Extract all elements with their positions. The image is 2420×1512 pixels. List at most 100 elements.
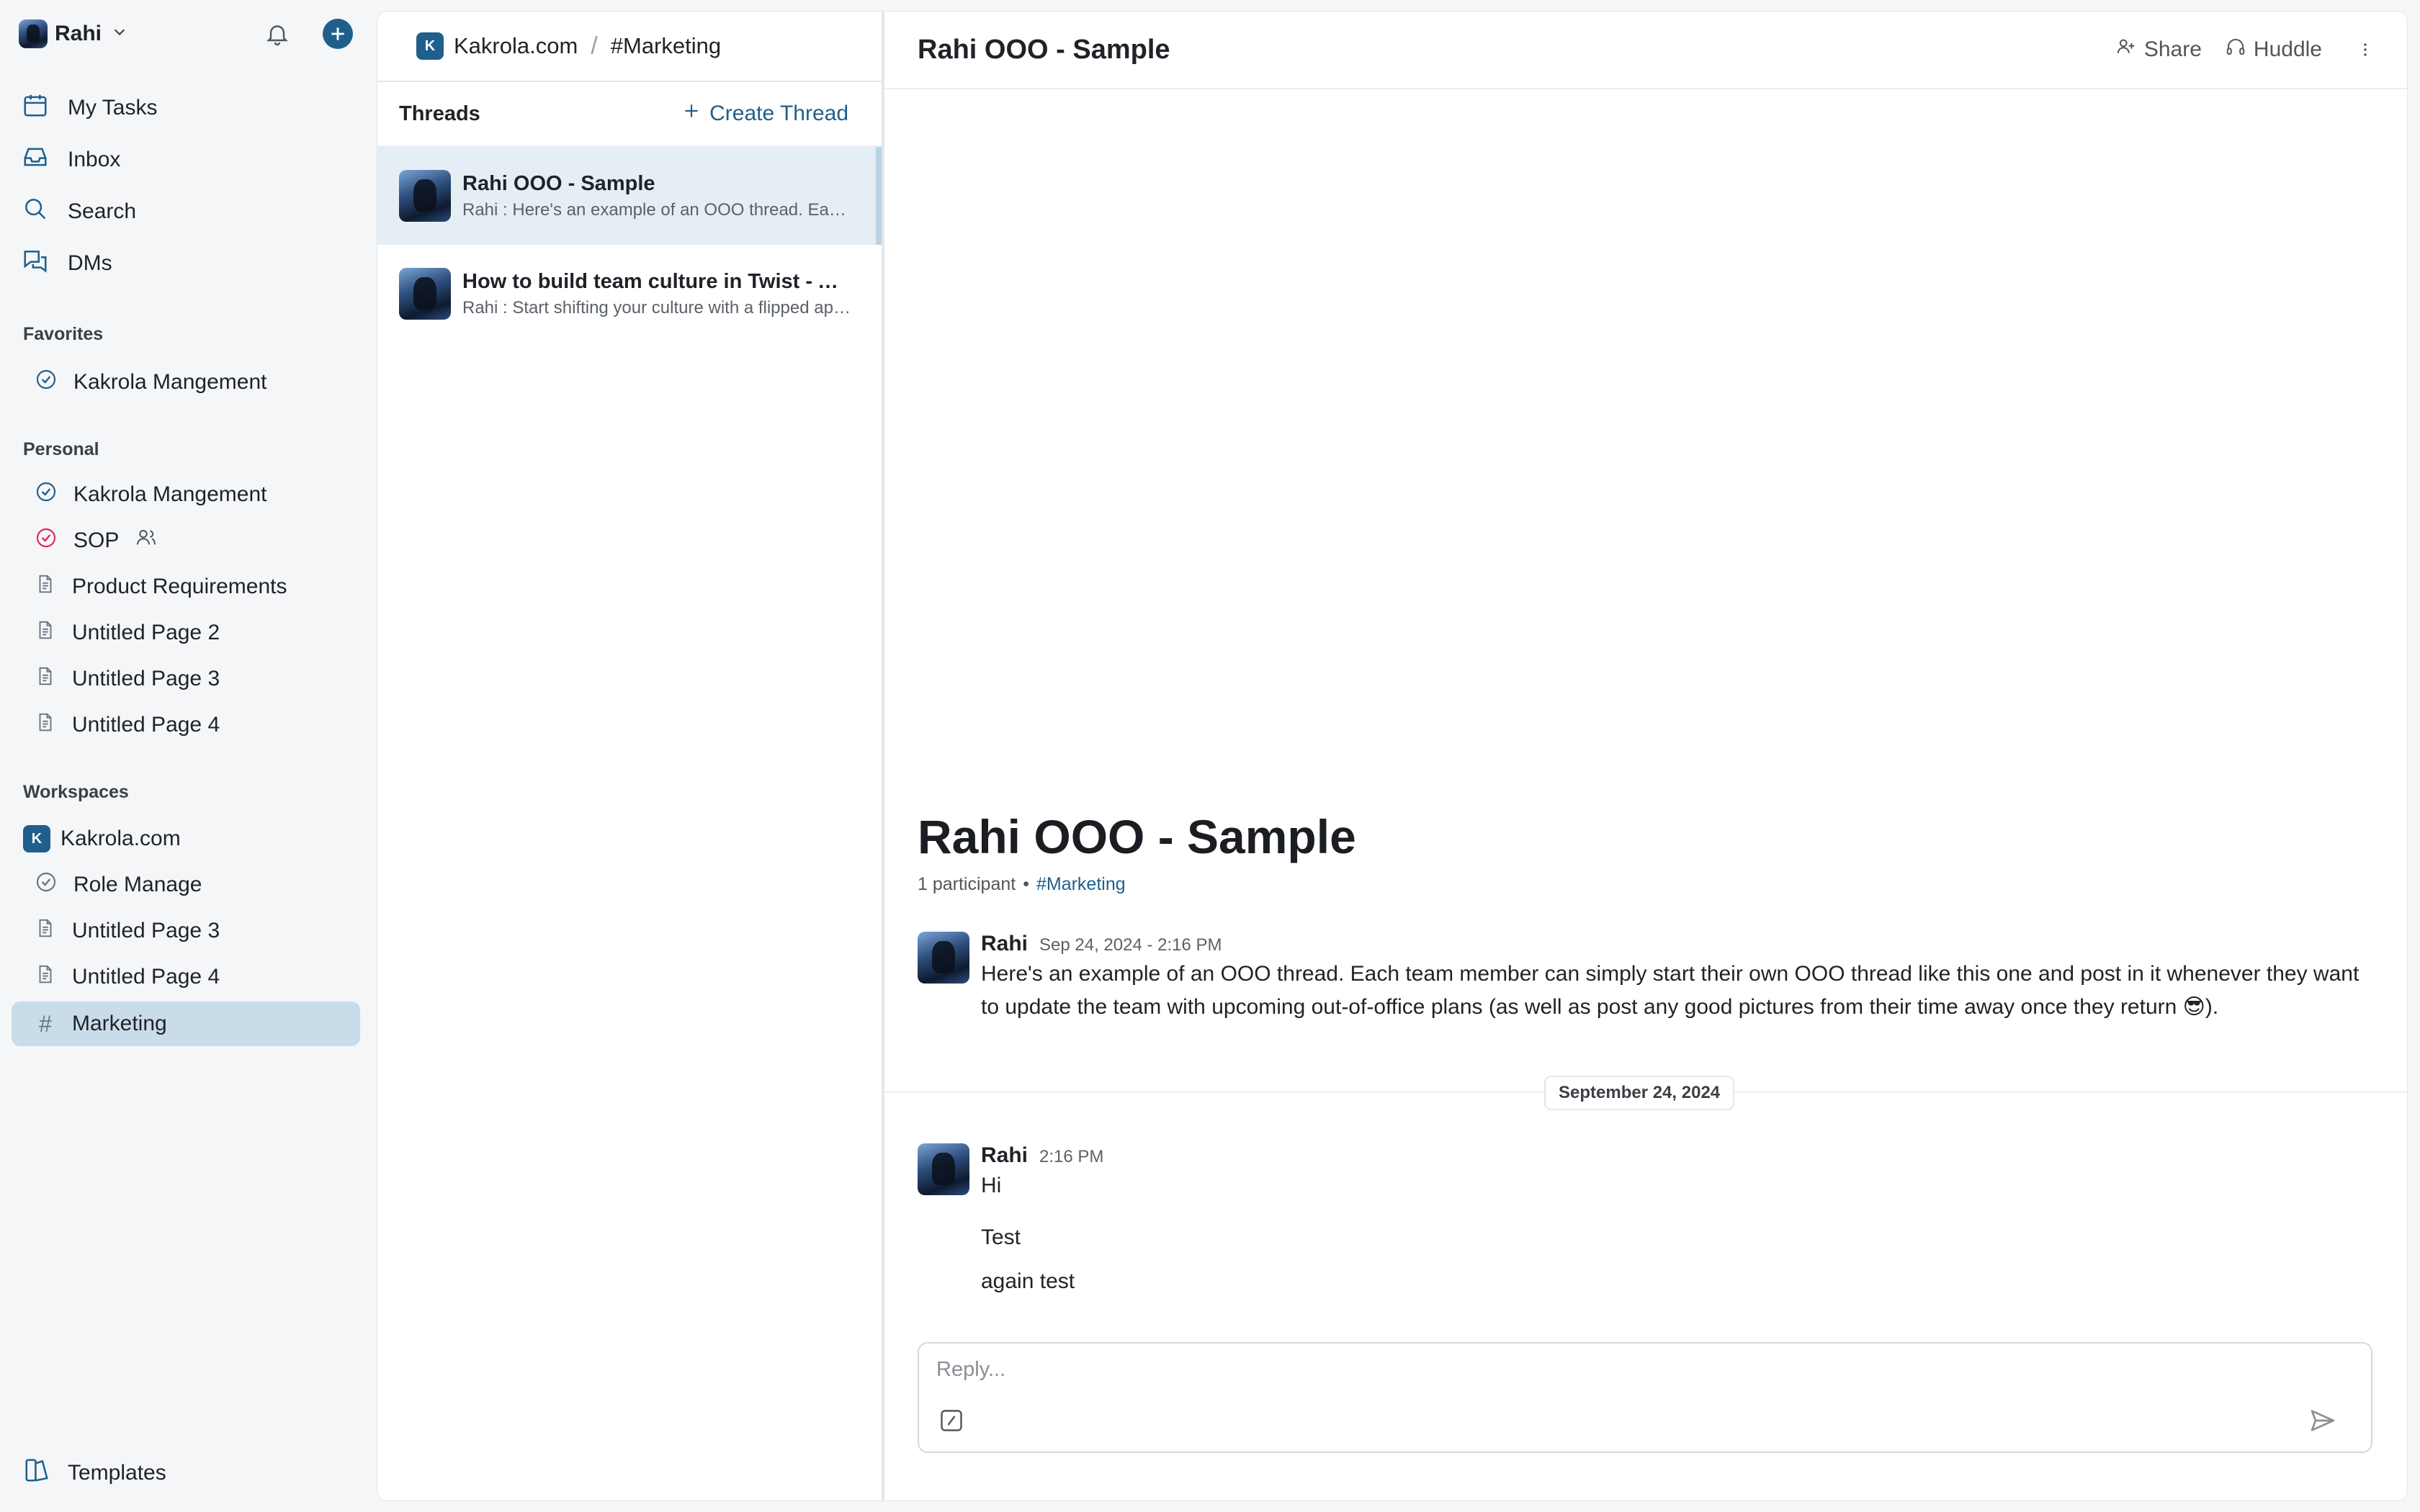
message: Rahi 2:16 PM Hi xyxy=(918,1143,2364,1202)
tree-label: Untitled Page 4 xyxy=(72,713,220,737)
plus-icon xyxy=(682,102,701,126)
page-icon xyxy=(35,618,56,647)
meta-bullet: • xyxy=(1023,874,1029,894)
send-icon[interactable] xyxy=(2306,1404,2339,1437)
workspace-badge: K xyxy=(416,32,444,60)
workspace-role-manage[interactable]: Role Manage xyxy=(12,863,360,907)
main-nav: My Tasks Inbox Search DMs xyxy=(12,82,360,289)
thread-title-large: Rahi OOO - Sample xyxy=(918,810,1356,863)
channel-marketing[interactable]: # Marketing xyxy=(12,1002,360,1046)
share-button[interactable]: Share xyxy=(2115,36,2202,63)
huddle-button[interactable]: Huddle xyxy=(2225,36,2322,63)
tree-label: Untitled Page 4 xyxy=(72,965,220,989)
nav-dms[interactable]: DMs xyxy=(12,238,360,289)
avatar xyxy=(399,170,451,222)
templates-link[interactable]: Templates xyxy=(23,1456,166,1490)
personal-product-requirements[interactable]: Product Requirements xyxy=(12,564,360,609)
thread-view: Rahi OOO - Sample Share Huddle Rahi OOO … xyxy=(884,12,2407,1500)
threads-title: Threads xyxy=(399,102,480,125)
workspace-badge: K xyxy=(23,825,50,852)
huddle-label: Huddle xyxy=(2253,37,2322,61)
thread-title: How to build team culture in Twist - A g… xyxy=(462,269,851,293)
add-icon[interactable] xyxy=(323,19,353,49)
message-author[interactable]: Rahi xyxy=(981,932,1028,956)
avatar xyxy=(918,1143,969,1195)
message-text: Here's an example of an OOO thread. Each… xyxy=(981,962,2360,1019)
nav-search[interactable]: Search xyxy=(12,186,360,238)
personal-kakrola-mangement[interactable]: Kakrola Mangement xyxy=(12,472,360,517)
channel-link[interactable]: #Marketing xyxy=(1036,874,1126,895)
personal-untitled-page-2[interactable]: Untitled Page 2 xyxy=(12,611,360,655)
tree-label: Product Requirements xyxy=(72,575,287,598)
message-text: Hi xyxy=(981,1174,1002,1197)
thread-item[interactable]: How to build team culture in Twist - A g… xyxy=(377,245,882,343)
reply-input[interactable] xyxy=(936,1358,2305,1382)
thread-header: Rahi OOO - Sample Share Huddle xyxy=(884,12,2407,89)
thread-preview: Rahi : Start shifting your culture with … xyxy=(462,297,851,318)
dms-icon xyxy=(22,247,49,280)
avatar xyxy=(399,268,451,320)
task-check-icon xyxy=(35,368,58,397)
templates-label: Templates xyxy=(68,1461,166,1485)
tree-label: SOP xyxy=(73,528,120,552)
message-time: 2:16 PM xyxy=(1039,1147,1104,1166)
calendar-icon xyxy=(22,91,49,125)
personal-sop[interactable]: SOP xyxy=(12,518,360,563)
workspaces-heading: Workspaces xyxy=(23,782,129,802)
create-thread-button[interactable]: Create Thread xyxy=(682,102,848,126)
templates-icon xyxy=(23,1457,50,1490)
message-author[interactable]: Rahi xyxy=(981,1143,1028,1168)
tree-label: Kakrola Mangement xyxy=(73,482,267,506)
date-divider: September 24, 2024 xyxy=(1544,1076,1735,1110)
follow-up-message: again test xyxy=(981,1269,1075,1293)
message: Rahi Sep 24, 2024 - 2:16 PM Here's an ex… xyxy=(918,932,2364,1024)
hash-icon: # xyxy=(39,1010,52,1037)
personal-untitled-page-3[interactable]: Untitled Page 3 xyxy=(12,657,360,701)
workspace-untitled-page-4[interactable]: Untitled Page 4 xyxy=(12,955,360,999)
threads-header: Threads Create Thread xyxy=(377,82,882,147)
tree-label: Marketing xyxy=(72,1012,167,1035)
share-label: Share xyxy=(2143,37,2202,61)
search-icon xyxy=(22,195,49,228)
favorite-kakrola-mangement[interactable]: Kakrola Mangement xyxy=(12,360,360,405)
page-icon xyxy=(35,711,56,739)
reply-composer xyxy=(918,1342,2372,1453)
workspace-untitled-page-3[interactable]: Untitled Page 3 xyxy=(12,909,360,953)
add-user-icon xyxy=(2115,36,2137,63)
sidebar: Rahi My Tasks Inbox Search DMs Favorites… xyxy=(0,0,375,1512)
nav-inbox[interactable]: Inbox xyxy=(12,134,360,186)
tree-label: Kakrola.com xyxy=(60,827,181,850)
follow-up-message: Test xyxy=(981,1225,1021,1249)
bell-icon[interactable] xyxy=(261,17,294,50)
task-check-icon xyxy=(35,870,58,899)
tree-label: Untitled Page 3 xyxy=(72,667,220,690)
breadcrumb: K Kakrola.com / #Marketing xyxy=(377,12,882,82)
personal-untitled-page-4[interactable]: Untitled Page 4 xyxy=(12,703,360,747)
breadcrumb-separator: / xyxy=(591,32,598,60)
chevron-down-icon xyxy=(112,24,127,44)
slash-command-icon[interactable] xyxy=(936,1405,967,1436)
message-time: Sep 24, 2024 - 2:16 PM xyxy=(1039,935,1222,955)
nav-label: DMs xyxy=(68,251,112,275)
tree-label: Untitled Page 2 xyxy=(72,621,220,644)
nav-label: My Tasks xyxy=(68,96,158,120)
tree-label: Role Manage xyxy=(73,873,202,896)
page-title: Rahi OOO - Sample xyxy=(918,34,1170,65)
user-menu[interactable]: Rahi xyxy=(19,17,127,50)
thread-item[interactable]: Rahi OOO - Sample Rahi : Here's an examp… xyxy=(377,147,882,245)
workspace-kakrola[interactable]: K Kakrola.com xyxy=(12,816,360,861)
personal-heading: Personal xyxy=(23,439,99,459)
more-options-icon[interactable] xyxy=(2357,39,2374,60)
tree-label: Kakrola Mangement xyxy=(73,370,267,394)
breadcrumb-workspace[interactable]: Kakrola.com xyxy=(454,33,578,59)
user-name: Rahi xyxy=(55,22,102,45)
inbox-icon xyxy=(22,143,49,176)
thread-preview: Rahi : Here's an example of an OOO threa… xyxy=(462,199,851,220)
create-thread-label: Create Thread xyxy=(709,102,848,125)
task-check-icon xyxy=(35,480,58,509)
shared-users-icon xyxy=(135,526,158,555)
nav-my-tasks[interactable]: My Tasks xyxy=(12,82,360,134)
threads-panel: K Kakrola.com / #Marketing Threads Creat… xyxy=(377,12,883,1500)
headphones-icon xyxy=(2225,36,2246,63)
breadcrumb-channel[interactable]: #Marketing xyxy=(611,33,721,59)
